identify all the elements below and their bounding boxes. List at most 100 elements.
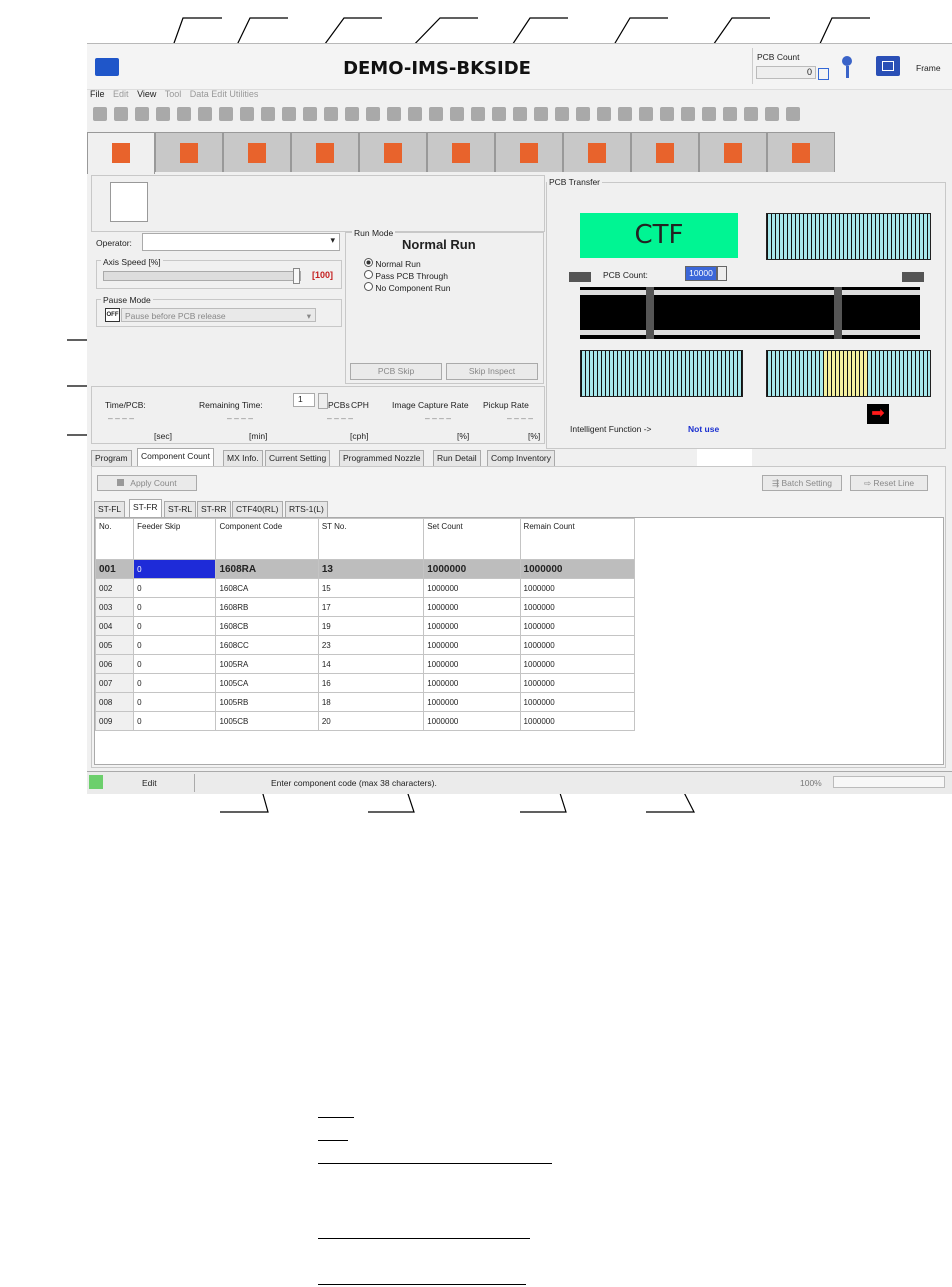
table-cell[interactable]: 1000000 (519, 578, 636, 598)
menu-view[interactable]: View (137, 89, 156, 99)
table-cell[interactable]: 1000000 (423, 654, 521, 674)
toolbar-tool-icon[interactable] (198, 107, 212, 121)
main-tab[interactable] (359, 132, 427, 172)
table-cell[interactable]: 1005CB (215, 711, 319, 731)
table-cell[interactable]: 23 (317, 635, 425, 655)
table-cell[interactable]: 1000000 (423, 559, 521, 579)
toolbar-tool-icon[interactable] (219, 107, 233, 121)
table-cell[interactable]: 1000000 (423, 597, 521, 617)
toolbar-tool-icon[interactable] (177, 107, 191, 121)
main-tab[interactable] (223, 132, 291, 172)
pause-mode-select[interactable]: Pause before PCB release ▾ (121, 308, 316, 322)
radio-pass-pcb-through[interactable]: Pass PCB Through (364, 270, 448, 281)
toolbar-tool-icon[interactable] (324, 107, 338, 121)
table-row[interactable]: 006 0 1005RA 14 1000000 1000000 (94, 654, 636, 674)
table-cell[interactable]: 20 (317, 711, 425, 731)
main-tab[interactable] (427, 132, 495, 172)
table-cell[interactable]: 0 (133, 597, 217, 617)
toolbar-tool-icon[interactable] (282, 107, 296, 121)
pcb-skip-button[interactable]: PCB Skip (350, 363, 442, 380)
apply-count-button[interactable]: Apply Count (97, 475, 197, 491)
toolbar-tool-icon[interactable] (681, 107, 695, 121)
main-tab[interactable] (495, 132, 563, 172)
main-tab[interactable] (631, 132, 699, 172)
table-row[interactable]: 007 0 1005CA 16 1000000 1000000 (94, 673, 636, 693)
table-cell[interactable]: 1608RA (215, 559, 319, 579)
key-icon[interactable] (842, 56, 852, 78)
toolbar-tool-icon[interactable] (240, 107, 254, 121)
toolbar-tool-icon[interactable] (744, 107, 758, 121)
table-cell[interactable]: 0 (133, 692, 217, 712)
table-row[interactable]: 009 0 1005CB 20 1000000 1000000 (94, 711, 636, 731)
toolbar-tool-icon[interactable] (702, 107, 716, 121)
table-cell[interactable]: 1005CA (215, 673, 319, 693)
station-tab-st-fr[interactable]: ST-FR (129, 499, 162, 518)
column-header[interactable]: Set Count (423, 518, 521, 560)
toolbar-tool-icon[interactable] (450, 107, 464, 121)
main-tab[interactable] (155, 132, 223, 172)
table-cell[interactable]: 1000000 (519, 597, 636, 617)
toolbar-tool-icon[interactable] (345, 107, 359, 121)
main-tab[interactable] (291, 132, 359, 172)
toolbar-tool-icon[interactable] (429, 107, 443, 121)
table-cell[interactable]: 1608CA (215, 578, 319, 598)
table-cell[interactable]: 14 (317, 654, 425, 674)
tab-comp-inventory[interactable]: Comp Inventory (487, 450, 555, 467)
toolbar-tool-icon[interactable] (513, 107, 527, 121)
table-cell[interactable]: 1000000 (519, 616, 636, 636)
table-cell[interactable]: 16 (317, 673, 425, 693)
table-cell[interactable]: 1000000 (519, 673, 636, 693)
table-cell[interactable]: 1000000 (423, 578, 521, 598)
axis-speed-slider[interactable] (293, 268, 300, 284)
pause-mode-toggle[interactable]: OFF (105, 308, 120, 322)
station-tab-st-fl[interactable]: ST-FL (94, 501, 126, 518)
toolbar-tool-icon[interactable] (660, 107, 674, 121)
table-cell[interactable]: 0 (133, 673, 217, 693)
toolbar-tool-icon[interactable] (597, 107, 611, 121)
toolbar-tool-icon[interactable] (555, 107, 569, 121)
table-row[interactable]: 008 0 1005RB 18 1000000 1000000 (94, 692, 636, 712)
station-tab-st-rr[interactable]: ST-RR (197, 501, 231, 518)
toolbar-tool-icon[interactable] (261, 107, 275, 121)
toolbar-tool-icon[interactable] (156, 107, 170, 121)
reset-line-button[interactable]: ⇨ Reset Line (850, 475, 928, 491)
menu-data-edit-utilities[interactable]: Data Edit Utilities (190, 89, 259, 99)
column-header[interactable]: Feeder Skip (133, 518, 217, 560)
menu-file[interactable]: File (90, 89, 105, 99)
main-tab[interactable] (699, 132, 767, 172)
skip-inspect-button[interactable]: Skip Inspect (446, 363, 538, 380)
toolbar-tool-icon[interactable] (135, 107, 149, 121)
toolbar-tool-icon[interactable] (408, 107, 422, 121)
table-cell[interactable]: 18 (317, 692, 425, 712)
table-cell[interactable]: 1005RA (215, 654, 319, 674)
toolbar-tool-icon[interactable] (114, 107, 128, 121)
tab-program[interactable]: Program (91, 450, 132, 467)
table-row[interactable]: 002 0 1608CA 15 1000000 1000000 (94, 578, 636, 598)
table-cell[interactable]: 17 (317, 597, 425, 617)
table-cell[interactable]: 1000000 (519, 635, 636, 655)
table-cell[interactable]: 1608CB (215, 616, 319, 636)
column-header[interactable]: Remain Count (519, 518, 636, 560)
document-icon[interactable] (110, 182, 148, 222)
toolbar-tool-icon[interactable] (786, 107, 800, 121)
spinner-arrows-icon[interactable] (717, 266, 727, 281)
table-cell[interactable]: 1000000 (519, 559, 636, 579)
tab-mx-info[interactable]: MX Info. (223, 450, 263, 467)
zoom-slider[interactable] (833, 776, 945, 788)
station-tab-rts-1-l[interactable]: RTS-1(L) (285, 501, 328, 518)
table-cell[interactable]: 1608RB (215, 597, 319, 617)
tab-run-detail[interactable]: Run Detail (433, 450, 481, 467)
table-cell[interactable]: 15 (317, 578, 425, 598)
table-cell[interactable]: 13 (317, 559, 425, 579)
table-row[interactable]: 004 0 1608CB 19 1000000 1000000 (94, 616, 636, 636)
pcb-count-input[interactable]: 10000 (685, 266, 717, 281)
table-cell[interactable]: 0 (133, 654, 217, 674)
table-cell[interactable]: 1608CC (215, 635, 319, 655)
table-cell[interactable]: 0 (133, 635, 217, 655)
table-row[interactable]: 005 0 1608CC 23 1000000 1000000 (94, 635, 636, 655)
menu-edit[interactable]: Edit (113, 89, 129, 99)
table-row[interactable]: 001 0 1608RA 13 1000000 1000000 (94, 559, 636, 579)
table-cell[interactable]: 0 (133, 578, 217, 598)
main-tab[interactable] (563, 132, 631, 172)
batch-setting-button[interactable]: ⇶ Batch Setting (762, 475, 842, 491)
